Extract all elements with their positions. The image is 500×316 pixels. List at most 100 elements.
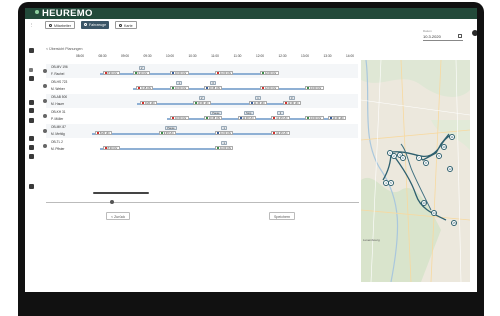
vehicle-row[interactable]: OB-HS 723 M. Weber 9:15 Uhr 10:00 Uhr 10:45 … [43, 79, 358, 93]
vehicle-row[interactable]: OB-MV 196 F. Rachel 8:30 Uhr 9:10 Uhr 10:00 … [43, 64, 358, 78]
tab-mitarbeiter[interactable]: Mitarbeiter [45, 21, 75, 29]
stop-marker[interactable]: 11:00 Uhr [215, 71, 234, 75]
stop-marker[interactable]: 12:15 Uhr [271, 116, 290, 120]
stop-type-icon [97, 132, 100, 135]
stop-marker[interactable]: 8:20 Uhr [95, 131, 113, 135]
stop-marker[interactable]: 12:00 Uhr [260, 71, 279, 75]
date-picker[interactable]: Datum 10.3.2020 [423, 28, 463, 41]
vehicle-row[interactable]: OB-MK 87 M. Mehlig 8:20 Uhr 9:45 Uhr 11:00 U… [43, 124, 358, 138]
stop-time: 9:15 Uhr [141, 87, 152, 90]
stop-bubble[interactable]: Pause [164, 126, 178, 130]
time-tick: 08:30 [98, 54, 107, 58]
map-marker[interactable]: 5 [388, 180, 394, 186]
map-marker[interactable]: 8 [423, 160, 429, 166]
vehicle-row[interactable]: OB-AB 500 M. Hauer 9:20 Uhr 10:30 Uhr 11:45 … [43, 94, 358, 108]
stop-marker[interactable]: 11:00 Uhr [215, 146, 234, 150]
sidebar-dashboard-icon[interactable] [29, 48, 34, 53]
sidebar-truck-icon[interactable] [29, 100, 34, 105]
sidebar-pin-icon[interactable] [29, 108, 34, 113]
vehicle-row[interactable]: OB-TL 2 M. Pfister 8:30 Uhr 11:00 Uhr 1 [43, 139, 358, 153]
stop-marker[interactable]: 11:30 Uhr [237, 116, 256, 120]
stop-marker[interactable]: 11:00 Uhr [215, 131, 234, 135]
stop-marker[interactable]: 13:00 Uhr [305, 86, 324, 90]
map-marker[interactable]: 10 [441, 144, 447, 150]
stop-bubble[interactable]: 3 [288, 96, 295, 100]
stop-marker[interactable]: 10:45 Uhr [203, 116, 223, 120]
zoom-slider-track[interactable] [46, 202, 359, 203]
stop-time: 8:30 Uhr [107, 147, 118, 150]
stop-bubble[interactable]: 2 [198, 96, 205, 100]
stop-marker[interactable]: 10:00 Uhr [170, 86, 189, 90]
stop-time: 11:30 Uhr [242, 117, 254, 120]
sidebar-car-icon[interactable] [29, 136, 34, 141]
route-bar[interactable] [137, 103, 297, 105]
tab-karte[interactable]: Karte [115, 21, 137, 29]
map-marker[interactable]: 7 [416, 155, 422, 161]
stop-type-icon [250, 102, 253, 105]
stop-type-icon [307, 87, 310, 90]
back-button[interactable]: < Zurück [106, 212, 131, 220]
stop-type-icon [217, 147, 220, 150]
stop-marker[interactable]: 9:10 Uhr [132, 71, 150, 75]
stop-marker[interactable]: 12:00 Uhr [260, 86, 279, 90]
toolbar: ⋮ Mitarbeiter Fahrzeuge Karte [25, 19, 477, 32]
brand[interactable]: HEUREMO [35, 8, 93, 19]
stop-bubble[interactable]: Stop [243, 111, 254, 115]
stop-marker[interactable]: 11:45 Uhr [248, 101, 268, 105]
sidebar-settings-icon[interactable] [29, 68, 33, 72]
route-bar[interactable] [133, 88, 319, 90]
map-marker[interactable]: 6 [400, 155, 406, 161]
zoom-slider-thumb[interactable] [110, 200, 114, 204]
map-marker[interactable]: 9 [436, 153, 442, 159]
map-marker[interactable]: 14 [431, 210, 437, 216]
sidebar-planning-icon[interactable] [29, 76, 34, 81]
stop-bubble[interactable]: 2 [277, 111, 284, 115]
stop-marker[interactable]: 10:30 Uhr [192, 101, 212, 105]
map-marker[interactable]: 15 [451, 220, 457, 226]
stop-time: 12:15 Uhr [276, 117, 288, 120]
vehicle-row[interactable]: OB-KH 31 P. Müller 10:00 Uhr 10:45 Uhr 11:30… [43, 109, 358, 123]
map-marker[interactable]: 13 [421, 200, 427, 206]
sidebar-box-icon[interactable] [29, 145, 34, 150]
driver-name: F. Rachel [51, 72, 65, 76]
time-tick: 09:30 [143, 54, 152, 58]
route-bar[interactable] [92, 133, 286, 135]
map-icon [119, 24, 122, 28]
driver-avatar [43, 99, 47, 103]
sidebar-tool-icon[interactable] [29, 184, 34, 189]
stop-bubble[interactable]: 2 [138, 66, 145, 70]
settings-icon[interactable] [472, 30, 477, 36]
stop-time: 13:30 Uhr [332, 117, 344, 120]
route-map[interactable]: Luxembourg 123456789101112131415 [361, 60, 470, 282]
stop-marker[interactable]: 9:20 Uhr [140, 101, 158, 105]
sidebar-people-icon[interactable] [29, 154, 34, 159]
stop-marker[interactable]: 9:15 Uhr [136, 86, 154, 90]
stop-marker[interactable]: 12:30 Uhr [282, 101, 302, 105]
stop-bubble[interactable]: Pause [209, 111, 223, 115]
horizontal-scrollbar[interactable] [93, 192, 149, 194]
breadcrumb[interactable]: < Übersicht Planungen [46, 47, 82, 51]
map-marker[interactable]: 12 [447, 166, 453, 172]
stop-marker[interactable]: 13:00 Uhr [305, 116, 324, 120]
menu-icon[interactable]: ⋮ [27, 21, 37, 29]
save-button[interactable]: Speichern [269, 212, 296, 220]
stop-bubble[interactable]: 1 [176, 81, 183, 85]
stop-marker[interactable]: 10:00 Uhr [170, 116, 189, 120]
stop-bubble[interactable]: 1 [254, 96, 262, 100]
stop-marker[interactable]: 8:30 Uhr [102, 71, 120, 75]
sidebar-user-icon[interactable] [29, 118, 34, 123]
stop-time: 12:00 Uhr [264, 72, 277, 75]
stop-type-icon [160, 132, 163, 135]
map-marker[interactable]: 11 [449, 134, 455, 140]
tab-fahrzeuge[interactable]: Fahrzeuge [81, 21, 110, 29]
stop-marker[interactable]: 8:30 Uhr [102, 146, 120, 150]
stop-marker[interactable]: 9:45 Uhr [158, 131, 176, 135]
stop-bubble[interactable]: 1 [221, 141, 228, 145]
stop-marker[interactable]: 12:15 Uhr [271, 131, 290, 135]
stop-bubble[interactable]: 1 [221, 126, 228, 130]
stop-marker[interactable]: 10:00 Uhr [170, 71, 189, 75]
stop-marker[interactable]: 10:45 Uhr [203, 86, 223, 90]
stop-bubble[interactable]: 3 [209, 81, 217, 85]
stop-marker[interactable]: 13:30 Uhr [327, 116, 347, 120]
stop-type-icon [273, 132, 276, 135]
